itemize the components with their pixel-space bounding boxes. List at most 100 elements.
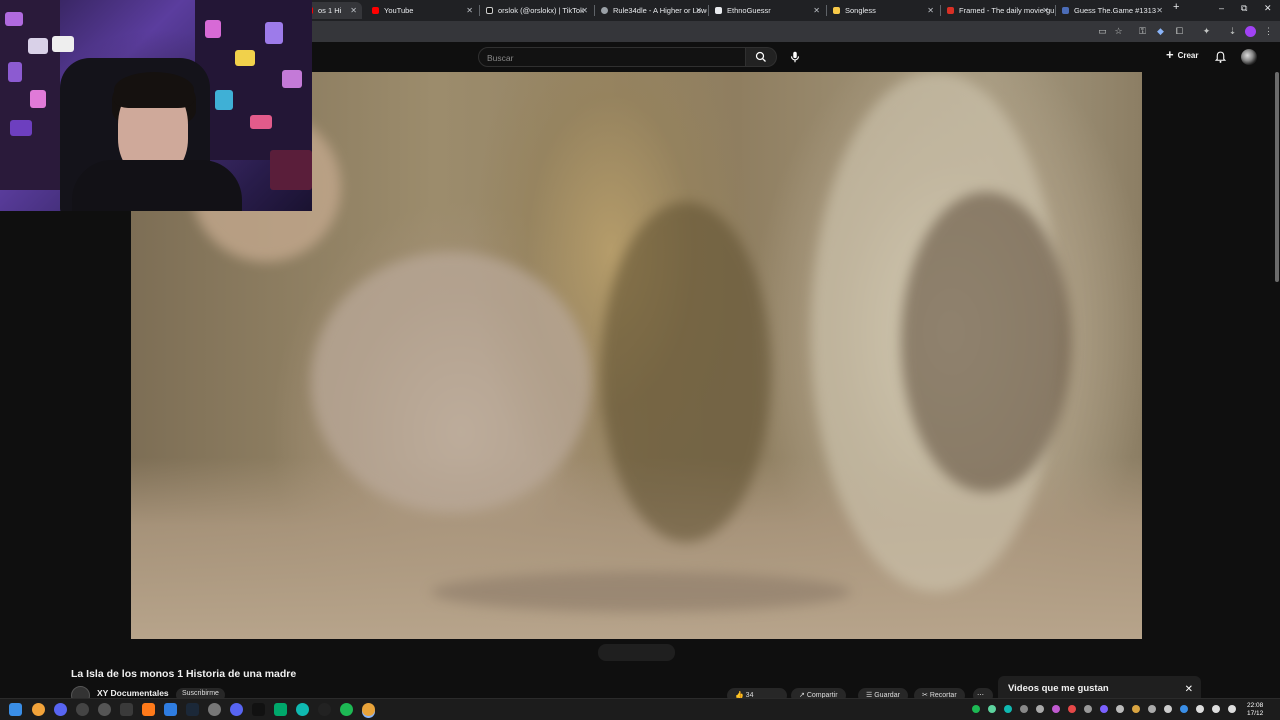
tray-icon[interactable] — [1196, 705, 1204, 713]
volume-icon[interactable] — [1228, 705, 1236, 713]
spotify-icon[interactable] — [340, 703, 353, 716]
tray-icon[interactable] — [1052, 705, 1060, 713]
app-icon[interactable] — [274, 703, 287, 716]
figure — [282, 70, 302, 88]
close-window-button[interactable]: ✕ — [1264, 3, 1272, 14]
tab-youtube[interactable]: YouTube ✕ — [366, 2, 478, 19]
tray-icon[interactable] — [1084, 705, 1092, 713]
tray-icon[interactable] — [1180, 705, 1188, 713]
system-clock[interactable]: 22:08 17/12 — [1247, 702, 1263, 718]
globe-favicon-icon — [601, 7, 608, 14]
tab-ethnoguessr[interactable]: EthnoGuessr ✕ — [709, 2, 825, 19]
tray-icon[interactable] — [1100, 705, 1108, 713]
tray-icon[interactable] — [988, 705, 996, 713]
close-tab-icon[interactable]: ✕ — [1042, 6, 1049, 15]
plus-icon: + — [1166, 47, 1174, 62]
notifications-bell-icon[interactable] — [1214, 50, 1227, 64]
reading-list-icon[interactable]: ✦ — [1201, 26, 1212, 37]
tab-label: orslok (@orslokx) | TikTok — [498, 6, 584, 15]
video-subject-blob — [311, 252, 591, 512]
video-subject-blob — [431, 572, 851, 612]
app-icon[interactable] — [208, 703, 221, 716]
tab-label: Framed - The daily movie gu — [959, 6, 1054, 15]
browser-menu-icon[interactable]: ⋮ — [1263, 26, 1274, 37]
search-input[interactable]: Buscar — [478, 47, 746, 67]
profile-avatar-icon[interactable] — [1245, 26, 1256, 37]
tray-icon[interactable] — [1116, 705, 1124, 713]
app-icon[interactable] — [164, 703, 177, 716]
video-seek-pill[interactable] — [598, 644, 675, 661]
tab-tiktok[interactable]: orslok (@orslokx) | TikTok ✕ — [480, 2, 593, 19]
tray-icon[interactable] — [972, 705, 980, 713]
figure — [235, 50, 255, 66]
tray-icon[interactable] — [1004, 705, 1012, 713]
maximize-button[interactable]: ⧉ — [1241, 3, 1247, 14]
tab-songless[interactable]: Songless ✕ — [827, 2, 939, 19]
app-icon[interactable] — [98, 703, 111, 716]
close-tab-icon[interactable]: ✕ — [927, 6, 934, 15]
tray-icon[interactable] — [1036, 705, 1044, 713]
tab-label: Rule34dle - A Higher or Lowe — [613, 6, 707, 15]
tab-framed[interactable]: Framed - The daily movie gu ✕ — [941, 2, 1054, 19]
tray-icon[interactable] — [1068, 705, 1076, 713]
close-tab-icon[interactable]: ✕ — [581, 6, 588, 15]
close-tab-icon[interactable]: ✕ — [466, 6, 473, 15]
account-avatar[interactable] — [1241, 49, 1257, 65]
search-icon — [755, 51, 766, 62]
close-tab-icon[interactable]: ✕ — [695, 6, 702, 15]
new-tab-button[interactable]: + — [1173, 1, 1179, 13]
figure — [30, 90, 46, 108]
search-button[interactable] — [746, 47, 777, 67]
install-app-icon[interactable]: ▭ — [1097, 26, 1108, 37]
tray-icon[interactable] — [1164, 705, 1172, 713]
extensions-puzzle-icon[interactable]: ⧠ — [1174, 26, 1185, 37]
windows-start-icon[interactable] — [9, 703, 22, 716]
scrollbar-thumb[interactable] — [1275, 72, 1279, 282]
figure — [265, 22, 283, 44]
close-tab-icon[interactable]: ✕ — [350, 6, 357, 15]
close-icon[interactable]: ✕ — [1185, 684, 1193, 695]
password-key-icon[interactable]: ⚿ — [1137, 26, 1148, 37]
clock-date: 17/12 — [1247, 710, 1264, 717]
close-tab-icon[interactable]: ✕ — [813, 6, 820, 15]
video-subject-blob — [901, 192, 1071, 492]
steam-icon[interactable] — [186, 703, 199, 716]
wifi-icon[interactable] — [1212, 705, 1220, 713]
chrome-icon[interactable] — [362, 703, 375, 716]
download-icon[interactable]: ⇣ — [1227, 26, 1238, 37]
app-icon[interactable] — [76, 703, 89, 716]
youtube-favicon-icon — [372, 7, 379, 14]
app-icon[interactable] — [296, 703, 309, 716]
discord-icon[interactable] — [230, 703, 243, 716]
tab-label: EthnoGuessr — [727, 6, 771, 15]
clock-time: 22:08 — [1247, 702, 1264, 709]
tiktok-icon[interactable] — [252, 703, 265, 716]
minimize-button[interactable]: – — [1219, 3, 1224, 13]
create-button[interactable]: + Crear — [1166, 47, 1199, 62]
microphone-icon[interactable] — [788, 50, 802, 64]
app-icon[interactable] — [142, 703, 155, 716]
bookmark-star-icon[interactable]: ☆ — [1113, 26, 1124, 37]
tab-rule34dle[interactable]: Rule34dle - A Higher or Lowe ✕ — [595, 2, 707, 19]
page-scrollbar[interactable] — [1273, 42, 1280, 698]
search-icon[interactable] — [32, 703, 45, 716]
close-tab-icon[interactable]: ✕ — [1156, 6, 1163, 15]
tray-icon[interactable] — [1148, 705, 1156, 713]
framed-favicon-icon — [947, 7, 954, 14]
tab-guess-the-game[interactable]: Guess The.Game #1313 ✕ — [1056, 2, 1168, 19]
create-label: Crear — [1177, 50, 1199, 60]
app-icon[interactable] — [318, 703, 331, 716]
extension-shield-icon[interactable]: ◆ — [1155, 26, 1166, 37]
tab-label: os 1 Hi — [318, 6, 342, 15]
app-icon[interactable] — [54, 703, 67, 716]
figure — [28, 38, 48, 54]
search-placeholder: Buscar — [487, 53, 514, 63]
figure — [10, 120, 32, 136]
channel-name[interactable]: XY Documentales — [97, 688, 169, 698]
app-icon[interactable] — [120, 703, 133, 716]
figure — [205, 20, 221, 38]
video-subject-blob — [601, 202, 771, 542]
tray-icon[interactable] — [1132, 705, 1140, 713]
tray-icon[interactable] — [1020, 705, 1028, 713]
video-title: La Isla de los monos 1 Historia de una m… — [71, 668, 297, 680]
